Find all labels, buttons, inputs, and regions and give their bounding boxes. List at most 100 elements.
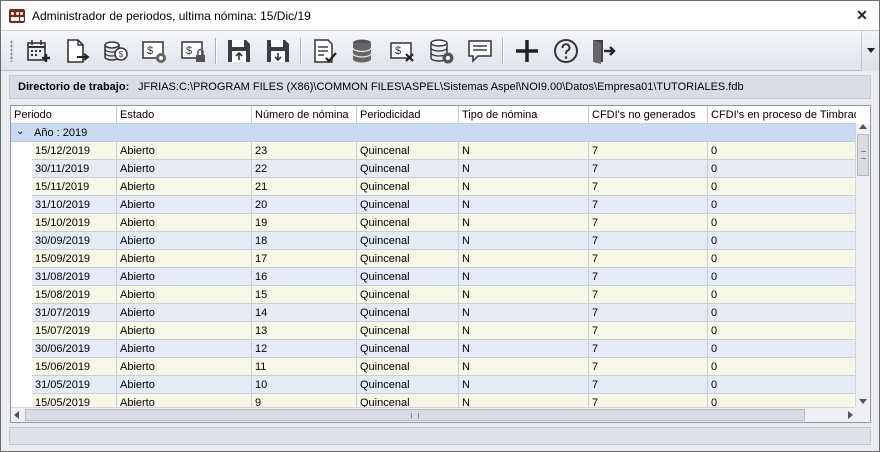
cell-cfdi-no-generados: 7 (589, 232, 708, 250)
cell-cfdi-proceso-timbrado: 0 (711, 271, 718, 283)
table-row[interactable]: 31/07/2019 Abierto 14 Quincenal N 7 0 (11, 304, 856, 322)
cell-cfdi-proceso-timbrado: 0 (711, 181, 718, 193)
database-settings-button[interactable] (425, 35, 457, 67)
table-row[interactable]: 31/05/2019 Abierto 10 Quincenal N 7 0 (11, 376, 856, 394)
cell-periodicidad: Quincenal (357, 376, 459, 394)
cell-periodo: 30/11/2019 (32, 160, 117, 178)
table-row[interactable]: 31/08/2019 Abierto 16 Quincenal N 7 0 (11, 268, 856, 286)
row-indent (11, 178, 32, 196)
column-header-cfdi-proceso-timbrado[interactable]: CFDI's en proceso de Timbrado (708, 106, 856, 124)
cell-estado: Abierto (117, 250, 252, 268)
row-indent (11, 142, 32, 160)
table-row[interactable]: 15/10/2019 Abierto 19 Quincenal N 7 0 (11, 214, 856, 232)
column-header-cfdi-no-generados[interactable]: CFDI's no generados (589, 106, 708, 124)
close-icon[interactable]: ✕ (855, 8, 869, 22)
table-row[interactable]: 31/10/2019 Abierto 20 Quincenal N 7 0 (11, 196, 856, 214)
svg-text:$: $ (119, 50, 124, 59)
cell-estado: Abierto (117, 232, 252, 250)
cell-cfdi-no-generados: 7 (589, 376, 708, 394)
cell-cfdi-no-generados: 7 (589, 286, 708, 304)
row-indent (11, 286, 32, 304)
toolbar-overflow-dropdown[interactable] (861, 31, 879, 71)
cell-periodo: 15/11/2019 (32, 178, 117, 196)
table-row[interactable]: 30/06/2019 Abierto 12 Quincenal N 7 0 (11, 340, 856, 358)
cell-tipo-nomina: N (459, 376, 589, 394)
chevron-down-icon[interactable]: ⌄ (16, 126, 24, 137)
cell-periodo: 30/09/2019 (32, 232, 117, 250)
group-row-year[interactable]: ⌄ Año : 2019 (11, 124, 856, 142)
calendar-add-button[interactable] (22, 35, 54, 67)
message-button[interactable] (464, 35, 496, 67)
add-button[interactable] (511, 35, 543, 67)
database-button[interactable] (346, 35, 378, 67)
cell-periodo: 15/10/2019 (32, 214, 117, 232)
help-button[interactable] (550, 35, 582, 67)
row-indent (11, 304, 32, 322)
table-row[interactable]: 30/11/2019 Abierto 22 Quincenal N 7 0 (11, 160, 856, 178)
toolbar-grip[interactable] (10, 40, 13, 62)
horizontal-scrollbar[interactable] (11, 407, 856, 422)
column-header-estado[interactable]: Estado (117, 106, 252, 124)
scroll-right-arrow-icon[interactable] (848, 411, 853, 419)
exit-button[interactable] (587, 35, 619, 67)
cell-cfdi-proceso-timbrado: 0 (711, 307, 718, 319)
cell-numero-nomina: 22 (252, 160, 357, 178)
cell-numero-nomina: 16 (252, 268, 357, 286)
calendar-add-icon (27, 40, 50, 62)
grid-header: Periodo Estado Número de nómina Periodic… (11, 106, 856, 124)
vertical-scrollbar[interactable] (855, 124, 870, 408)
column-header-periodicidad[interactable]: Periodicidad (357, 106, 459, 124)
cell-cfdi-no-generados: 7 (589, 196, 708, 214)
cell-tipo-nomina: N (459, 322, 589, 340)
table-row[interactable]: 15/12/2019 Abierto 23 Quincenal N 7 0 (11, 142, 856, 160)
cell-tipo-nomina: N (459, 232, 589, 250)
table-row[interactable]: 15/11/2019 Abierto 21 Quincenal N 7 0 (11, 178, 856, 196)
cell-estado: Abierto (117, 160, 252, 178)
cell-periodicidad: Quincenal (357, 286, 459, 304)
cell-periodicidad: Quincenal (357, 160, 459, 178)
table-row[interactable]: 15/06/2019 Abierto 11 Quincenal N 7 0 (11, 358, 856, 376)
table-row[interactable]: 15/07/2019 Abierto 13 Quincenal N 7 0 (11, 322, 856, 340)
table-row[interactable]: 15/09/2019 Abierto 17 Quincenal N 7 0 (11, 250, 856, 268)
money-lock-icon: $ (181, 41, 205, 62)
cell-cfdi-no-generados: 7 (589, 340, 708, 358)
horizontal-scroll-thumb[interactable] (25, 409, 805, 421)
cell-periodicidad: Quincenal (357, 322, 459, 340)
title-bar: Administrador de periodos, ultima nómina… (1, 1, 879, 31)
cell-numero-nomina: 14 (252, 304, 357, 322)
cell-periodicidad: Quincenal (357, 358, 459, 376)
money-settings-button[interactable]: $ (138, 35, 170, 67)
cell-numero-nomina: 12 (252, 340, 357, 358)
column-header-periodo[interactable]: Periodo (11, 106, 117, 124)
cell-numero-nomina: 21 (252, 178, 357, 196)
periods-grid: Periodo Estado Número de nómina Periodic… (10, 105, 871, 423)
scrollbar-corner (855, 407, 870, 422)
money-lock-button[interactable]: $ (177, 35, 209, 67)
document-export-button[interactable] (60, 35, 92, 67)
directory-label: Directorio de trabajo: (18, 81, 130, 93)
cell-cfdi-no-generados: 7 (589, 268, 708, 286)
coins-stack-button[interactable]: $ (99, 35, 131, 67)
document-check-button[interactable] (308, 35, 340, 67)
cell-numero-nomina: 15 (252, 286, 357, 304)
cell-estado: Abierto (117, 304, 252, 322)
save-download-button[interactable] (262, 35, 294, 67)
vertical-scroll-thumb[interactable] (857, 134, 869, 176)
scroll-left-arrow-icon[interactable] (14, 411, 19, 419)
cell-cfdi-no-generados: 7 (589, 142, 708, 160)
exit-icon (593, 40, 616, 64)
cell-cfdi-no-generados: 7 (589, 304, 708, 322)
row-indent (11, 214, 32, 232)
table-row[interactable]: 30/09/2019 Abierto 18 Quincenal N 7 0 (11, 232, 856, 250)
scroll-up-arrow-icon[interactable] (859, 124, 867, 129)
cell-cfdi-proceso-timbrado: 0 (711, 235, 718, 247)
cell-estado: Abierto (117, 142, 252, 160)
column-header-tipo-nomina[interactable]: Tipo de nómina (459, 106, 589, 124)
table-row[interactable]: 15/08/2019 Abierto 15 Quincenal N 7 0 (11, 286, 856, 304)
scroll-down-arrow-icon[interactable] (859, 399, 867, 404)
column-header-numero-nomina[interactable]: Número de nómina (252, 106, 357, 124)
money-cancel-button[interactable]: $ (386, 35, 418, 67)
save-upload-button[interactable] (223, 35, 255, 67)
document-check-icon (314, 39, 337, 63)
cell-estado: Abierto (117, 178, 252, 196)
